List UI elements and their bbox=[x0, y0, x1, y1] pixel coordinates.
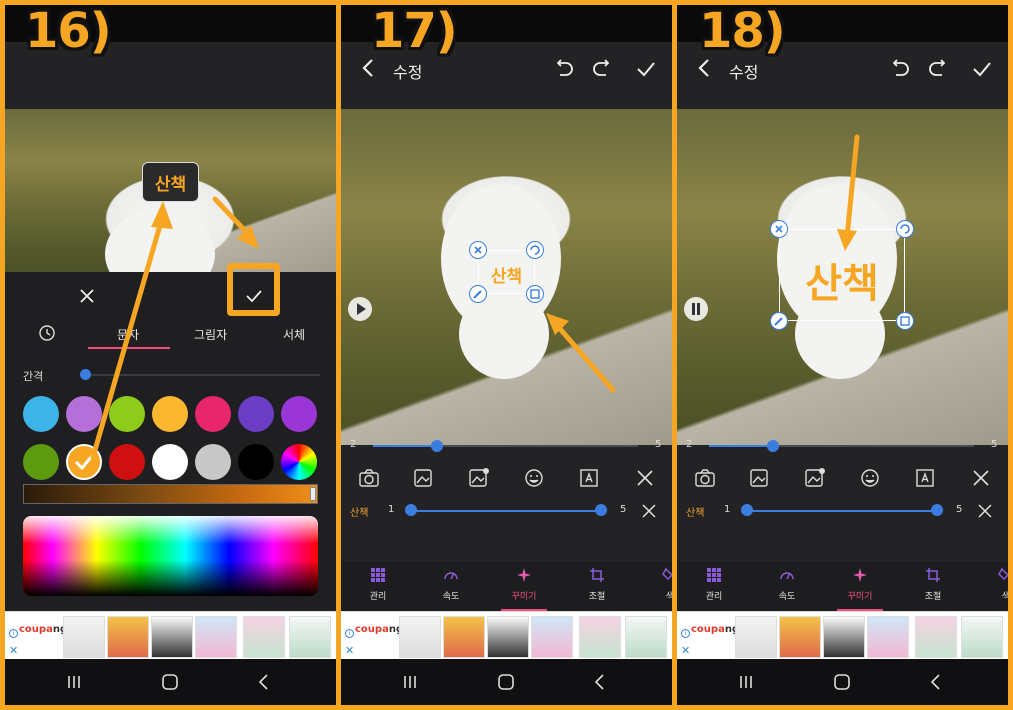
ad-thumb[interactable] bbox=[151, 616, 193, 658]
ad-thumb[interactable] bbox=[63, 616, 105, 658]
system-nav-bar bbox=[5, 659, 336, 705]
back-nav-icon[interactable] bbox=[255, 673, 273, 691]
annotation-arrows bbox=[546, 313, 616, 393]
ad-close-icon[interactable]: ✕ bbox=[9, 644, 18, 657]
step-label: 18) bbox=[699, 5, 786, 59]
ad-thumb[interactable] bbox=[195, 616, 237, 658]
ad-thumb[interactable] bbox=[289, 616, 331, 658]
ad-banner[interactable]: i ✕ coupang bbox=[5, 611, 336, 659]
step-label: 16) bbox=[25, 5, 112, 59]
ad-brand: coupang bbox=[19, 624, 68, 635]
panel-step-18: 18) 수정 산책 2 5 산책 1 5 관리 속도 꾸미기 조절 색 i ✕ … bbox=[677, 5, 1008, 705]
panel-step-16: 16) 산책 문자 그림자 서체 간격 i ✕ coupang bbox=[5, 5, 336, 705]
step-label: 17) bbox=[371, 5, 458, 59]
annotation-arrows bbox=[90, 196, 259, 460]
panel-step-17: 17) 수정 산책 2 5 산책 1 5 관리 속도 꾸미기 조절 색 i ✕ … bbox=[341, 5, 672, 705]
ad-thumb[interactable] bbox=[243, 616, 285, 658]
home-icon[interactable] bbox=[161, 673, 179, 691]
ad-thumb[interactable] bbox=[107, 616, 149, 658]
recent-icon[interactable] bbox=[65, 673, 83, 691]
info-icon[interactable]: i bbox=[9, 629, 18, 638]
annotation-arrows bbox=[837, 134, 860, 251]
